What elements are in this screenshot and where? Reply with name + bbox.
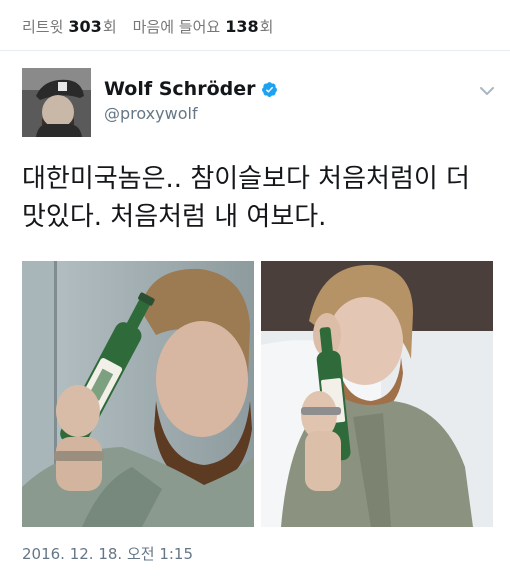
tweet-text-line-1: 대한미국놈은.. 참이슬보다 처음처럼이 더 — [22, 164, 470, 194]
avatar[interactable] — [22, 68, 91, 137]
tweet-photo-1[interactable] — [22, 261, 254, 527]
engagement-stats: 리트윗 303 회 마음에 들어요 138 회 — [22, 14, 273, 38]
retweet-label: 리트윗 — [22, 17, 64, 36]
like-count[interactable]: 138 — [225, 17, 258, 36]
tweet-text: 대한미국놈은.. 참이슬보다 처음처럼이 더 맛있다. 처음처럼 내 여보다. — [22, 160, 492, 236]
author-display-name[interactable]: Wolf Schröder — [104, 78, 255, 100]
like-label: 마음에 들어요 — [132, 17, 221, 36]
tweet-photo-2[interactable] — [261, 261, 493, 527]
like-unit: 회 — [259, 17, 274, 36]
verified-badge-icon — [261, 81, 278, 98]
author-handle[interactable]: @proxywolf — [104, 104, 198, 123]
retweet-count[interactable]: 303 — [68, 17, 101, 36]
retweet-unit: 회 — [102, 17, 117, 36]
author-name-row[interactable]: Wolf Schröder — [104, 78, 278, 100]
tweet-timestamp[interactable]: 2016. 12. 18. 오전 1:15 — [22, 543, 193, 564]
tweet-text-line-2: 맛있다. 처음처럼 내 여보다. — [22, 202, 327, 232]
divider — [0, 50, 510, 51]
chevron-down-icon[interactable] — [478, 84, 496, 98]
